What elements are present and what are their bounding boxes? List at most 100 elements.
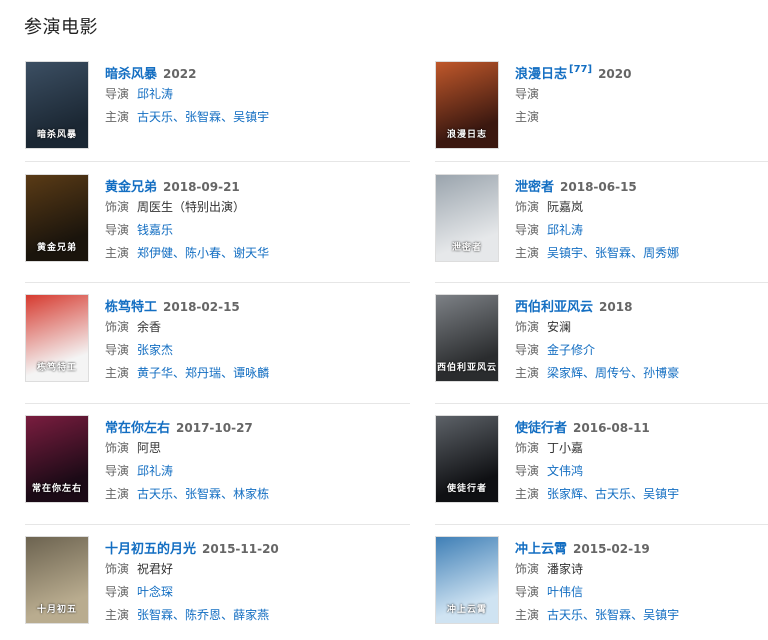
- cast-link[interactable]: 周传兮: [595, 366, 631, 380]
- cast-row: 主演 古天乐、张智霖、吴镇宇: [515, 604, 768, 627]
- movie-title-link[interactable]: 西伯利亚风云: [515, 300, 593, 315]
- cast-separator: 、: [221, 246, 234, 260]
- movie-info: 冲上云霄 2015-02-19 饰演 潘家诗 导演 叶伟信 主演 古天乐、张智霖、吴镇宇: [515, 538, 768, 627]
- cast-row: 主演 古天乐、张智霖、林家栋: [105, 483, 365, 506]
- director-label: 导演: [105, 343, 130, 357]
- director-row: 导演 张家杰: [105, 339, 365, 362]
- movie-poster[interactable]: 使徒行者: [435, 415, 499, 503]
- cast-link[interactable]: 陈小春: [185, 246, 221, 260]
- cast-link[interactable]: 孙博豪: [643, 366, 679, 380]
- movie-poster[interactable]: 栋笃特工: [25, 294, 89, 382]
- movie-card: 栋笃特工 栋笃特工 2018-02-15 饰演 余香 导演 张家杰 主演 黄子华、郑丹瑞、谭咏麟: [25, 294, 369, 394]
- cast-link[interactable]: 陈乔恩: [185, 608, 221, 622]
- movie-title-link[interactable]: 黄金兄弟: [105, 180, 157, 195]
- cast-separator: 、: [173, 110, 186, 124]
- director-link[interactable]: 文伟鸿: [547, 464, 583, 478]
- role-row: 饰演 潘家诗: [515, 558, 768, 581]
- movie-card: 使徒行者 使徒行者 2016-08-11 饰演 丁小嘉 导演 文伟鸿 主演 张家辉、古天乐、吴镇…: [435, 415, 768, 515]
- row-divider: [25, 403, 410, 404]
- movie-poster[interactable]: 西伯利亚风云: [435, 294, 499, 382]
- cast-link[interactable]: 郑伊健: [137, 246, 173, 260]
- cast-link[interactable]: 吴镇宇: [547, 246, 583, 260]
- movie-title-link[interactable]: 使徒行者: [515, 421, 567, 436]
- movie-poster[interactable]: 冲上云霄: [435, 536, 499, 624]
- cast-row: 主演 梁家辉、周传兮、孙博豪: [515, 362, 768, 385]
- cast-link[interactable]: 张家辉: [547, 487, 583, 501]
- cast-separator: 、: [221, 608, 234, 622]
- movie-title-link[interactable]: 常在你左右: [105, 421, 170, 436]
- director-link[interactable]: 钱嘉乐: [137, 223, 173, 237]
- movie-title-link[interactable]: 栋笃特工: [105, 300, 157, 315]
- cast-link[interactable]: 张智霖: [185, 487, 221, 501]
- release-date: 2022: [163, 67, 197, 81]
- role-value: 安澜: [547, 320, 572, 334]
- cast-link[interactable]: 古天乐: [595, 487, 631, 501]
- role-value: 阿思: [137, 441, 162, 455]
- cast-link[interactable]: 张智霖: [595, 246, 631, 260]
- movie-poster[interactable]: 泄密者: [435, 174, 499, 262]
- role-row: 饰演 周医生（特别出演）: [105, 196, 365, 219]
- movie-poster[interactable]: 暗杀风暴: [25, 61, 89, 149]
- role-value: 余香: [137, 320, 162, 334]
- cast-link[interactable]: 谢天华: [233, 246, 269, 260]
- cast-link[interactable]: 林家栋: [233, 487, 269, 501]
- cast-row: 主演 张家辉、古天乐、吴镇宇: [515, 483, 768, 506]
- movie-poster[interactable]: 浪漫日志: [435, 61, 499, 149]
- director-link[interactable]: 金子修介: [547, 343, 595, 357]
- reference-link[interactable]: [77]: [569, 64, 592, 75]
- cast-link[interactable]: 古天乐: [137, 487, 173, 501]
- cast-link[interactable]: 张智霖: [185, 110, 221, 124]
- director-link[interactable]: 叶伟信: [547, 585, 583, 599]
- row-divider: [25, 524, 410, 525]
- cast-separator: 、: [631, 608, 644, 622]
- role-label: 饰演: [515, 562, 540, 576]
- director-link[interactable]: 邱礼涛: [137, 87, 173, 101]
- cast-link[interactable]: 吴镇宇: [643, 487, 679, 501]
- cast-label: 主演: [515, 366, 540, 380]
- cast-link[interactable]: 薛家燕: [233, 608, 269, 622]
- role-row: 饰演 丁小嘉: [515, 437, 768, 460]
- cast-link[interactable]: 周秀娜: [643, 246, 679, 260]
- movie-poster[interactable]: 十月初五: [25, 536, 89, 624]
- cast-link[interactable]: 谭咏麟: [233, 366, 269, 380]
- cast-link[interactable]: 张智霖: [137, 608, 173, 622]
- movie-title-link[interactable]: 十月初五的月光: [105, 542, 196, 557]
- movie-card: 黄金兄弟 黄金兄弟 2018-09-21 饰演 周医生（特别出演） 导演 钱嘉乐 主演 郑伊健、…: [25, 174, 369, 274]
- poster-title-art: 使徒行者: [446, 484, 487, 494]
- cast-link[interactable]: 古天乐: [137, 110, 173, 124]
- movie-card: 暗杀风暴 暗杀风暴 2022 导演 邱礼涛 主演 古天乐、张智霖、吴镇宇: [25, 61, 369, 161]
- movie-poster[interactable]: 黄金兄弟: [25, 174, 89, 262]
- cast-link[interactable]: 郑丹瑞: [185, 366, 221, 380]
- movie-poster[interactable]: 常在你左右: [25, 415, 89, 503]
- movie-title-link[interactable]: 暗杀风暴: [105, 67, 157, 82]
- cast-separator: 、: [583, 366, 596, 380]
- cast-link[interactable]: 张智霖: [595, 608, 631, 622]
- movie-title-link[interactable]: 浪漫日志: [515, 67, 567, 82]
- movie-title-link[interactable]: 冲上云霄: [515, 542, 567, 557]
- cast-link[interactable]: 古天乐: [547, 608, 583, 622]
- director-label: 导演: [515, 223, 540, 237]
- cast-separator: 、: [221, 110, 234, 124]
- cast-link[interactable]: 黄子华: [137, 366, 173, 380]
- movie-card: 浪漫日志 浪漫日志 [77] 2020 导演 主演: [435, 61, 768, 161]
- movie-title-link[interactable]: 泄密者: [515, 180, 554, 195]
- section-title: 参演电影: [24, 17, 98, 38]
- role-label: 饰演: [105, 441, 130, 455]
- cast-link[interactable]: 梁家辉: [547, 366, 583, 380]
- row-divider: [435, 524, 768, 525]
- cast-link[interactable]: 吴镇宇: [643, 608, 679, 622]
- movie-title-line: 浪漫日志 [77] 2020: [515, 63, 768, 83]
- cast-label: 主演: [105, 608, 130, 622]
- cast-link[interactable]: 吴镇宇: [233, 110, 269, 124]
- movie-title-line: 使徒行者 2016-08-11: [515, 417, 768, 437]
- director-row: 导演 金子修介: [515, 339, 768, 362]
- director-link[interactable]: 邱礼涛: [137, 464, 173, 478]
- cast-row: 主演 黄子华、郑丹瑞、谭咏麟: [105, 362, 365, 385]
- cast-label: 主演: [515, 487, 540, 501]
- director-link[interactable]: 张家杰: [137, 343, 173, 357]
- movie-info: 使徒行者 2016-08-11 饰演 丁小嘉 导演 文伟鸿 主演 张家辉、古天乐、吴镇宇: [515, 417, 768, 506]
- movie-info: 浪漫日志 [77] 2020 导演 主演: [515, 63, 768, 129]
- director-link[interactable]: 邱礼涛: [547, 223, 583, 237]
- row-divider: [25, 282, 410, 283]
- director-link[interactable]: 叶念琛: [137, 585, 173, 599]
